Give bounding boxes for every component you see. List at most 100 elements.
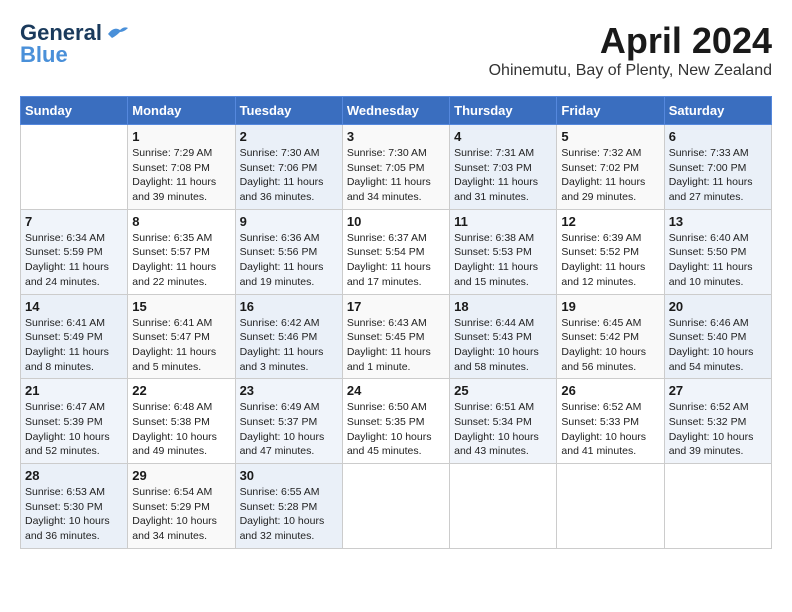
- calendar-cell: 9 Sunrise: 6:36 AM Sunset: 5:56 PM Daylig…: [235, 209, 342, 294]
- calendar-cell: 30 Sunrise: 6:55 AM Sunset: 5:28 PM Dayli…: [235, 464, 342, 549]
- day-info: Sunrise: 6:40 AM Sunset: 5:50 PM Dayligh…: [669, 231, 767, 290]
- header-tuesday: Tuesday: [235, 97, 342, 125]
- day-number: 10: [347, 214, 445, 229]
- day-number: 18: [454, 299, 552, 314]
- day-info: Sunrise: 7:29 AM Sunset: 7:08 PM Dayligh…: [132, 146, 230, 205]
- day-info: Sunrise: 7:32 AM Sunset: 7:02 PM Dayligh…: [561, 146, 659, 205]
- day-info: Sunrise: 6:38 AM Sunset: 5:53 PM Dayligh…: [454, 231, 552, 290]
- day-info: Sunrise: 6:54 AM Sunset: 5:29 PM Dayligh…: [132, 485, 230, 544]
- calendar-cell: 22Sunrise: 6:48 AM Sunset: 5:38 PM Dayli…: [128, 379, 235, 464]
- day-number: 19: [561, 299, 659, 314]
- calendar-cell: 3 Sunrise: 7:30 AM Sunset: 7:05 PM Daylig…: [342, 125, 449, 210]
- day-info: Sunrise: 6:37 AM Sunset: 5:54 PM Dayligh…: [347, 231, 445, 290]
- day-number: 14: [25, 299, 123, 314]
- day-number: 7: [25, 214, 123, 229]
- week-row-2: 7Sunrise: 6:34 AM Sunset: 5:59 PM Daylig…: [21, 209, 772, 294]
- calendar-cell: 12Sunrise: 6:39 AM Sunset: 5:52 PM Dayli…: [557, 209, 664, 294]
- calendar-cell: [342, 464, 449, 549]
- calendar-cell: 29 Sunrise: 6:54 AM Sunset: 5:29 PM Dayli…: [128, 464, 235, 549]
- day-number: 8: [132, 214, 230, 229]
- calendar-cell: 18 Sunrise: 6:44 AM Sunset: 5:43 PM Dayli…: [450, 294, 557, 379]
- day-info: Sunrise: 6:43 AM Sunset: 5:45 PM Dayligh…: [347, 316, 445, 375]
- calendar-cell: 8 Sunrise: 6:35 AM Sunset: 5:57 PM Daylig…: [128, 209, 235, 294]
- day-info: Sunrise: 6:39 AM Sunset: 5:52 PM Dayligh…: [561, 231, 659, 290]
- day-number: 13: [669, 214, 767, 229]
- day-info: Sunrise: 6:36 AM Sunset: 5:56 PM Dayligh…: [240, 231, 338, 290]
- calendar-cell: [21, 125, 128, 210]
- day-number: 22: [132, 383, 230, 398]
- day-number: 27: [669, 383, 767, 398]
- day-info: Sunrise: 6:47 AM Sunset: 5:39 PM Dayligh…: [25, 400, 123, 459]
- day-number: 23: [240, 383, 338, 398]
- page-header: General Blue April 2024 Ohinemutu, Bay o…: [20, 20, 772, 80]
- day-info: Sunrise: 6:50 AM Sunset: 5:35 PM Dayligh…: [347, 400, 445, 459]
- week-row-4: 21 Sunrise: 6:47 AM Sunset: 5:39 PM Dayli…: [21, 379, 772, 464]
- calendar-cell: 28Sunrise: 6:53 AM Sunset: 5:30 PM Dayli…: [21, 464, 128, 549]
- day-info: Sunrise: 6:52 AM Sunset: 5:32 PM Dayligh…: [669, 400, 767, 459]
- day-number: 30: [240, 468, 338, 483]
- day-info: Sunrise: 7:31 AM Sunset: 7:03 PM Dayligh…: [454, 146, 552, 205]
- calendar-header-row: SundayMondayTuesdayWednesdayThursdayFrid…: [21, 97, 772, 125]
- day-info: Sunrise: 6:42 AM Sunset: 5:46 PM Dayligh…: [240, 316, 338, 375]
- calendar-cell: 27 Sunrise: 6:52 AM Sunset: 5:32 PM Dayli…: [664, 379, 771, 464]
- day-info: Sunrise: 6:44 AM Sunset: 5:43 PM Dayligh…: [454, 316, 552, 375]
- week-row-3: 14 Sunrise: 6:41 AM Sunset: 5:49 PM Dayli…: [21, 294, 772, 379]
- day-number: 21: [25, 383, 123, 398]
- header-wednesday: Wednesday: [342, 97, 449, 125]
- location-subtitle: Ohinemutu, Bay of Plenty, New Zealand: [489, 62, 772, 80]
- calendar-table: SundayMondayTuesdayWednesdayThursdayFrid…: [20, 96, 772, 549]
- calendar-cell: 21 Sunrise: 6:47 AM Sunset: 5:39 PM Dayli…: [21, 379, 128, 464]
- day-number: 9: [240, 214, 338, 229]
- calendar-cell: 14 Sunrise: 6:41 AM Sunset: 5:49 PM Dayli…: [21, 294, 128, 379]
- calendar-cell: 10 Sunrise: 6:37 AM Sunset: 5:54 PM Dayli…: [342, 209, 449, 294]
- calendar-cell: 4 Sunrise: 7:31 AM Sunset: 7:03 PM Daylig…: [450, 125, 557, 210]
- calendar-cell: [450, 464, 557, 549]
- day-info: Sunrise: 6:45 AM Sunset: 5:42 PM Dayligh…: [561, 316, 659, 375]
- calendar-cell: 19 Sunrise: 6:45 AM Sunset: 5:42 PM Dayli…: [557, 294, 664, 379]
- day-info: Sunrise: 6:53 AM Sunset: 5:30 PM Dayligh…: [25, 485, 123, 544]
- day-number: 26: [561, 383, 659, 398]
- title-block: April 2024 Ohinemutu, Bay of Plenty, New…: [489, 20, 772, 80]
- month-title: April 2024: [489, 20, 772, 62]
- header-friday: Friday: [557, 97, 664, 125]
- day-number: 20: [669, 299, 767, 314]
- header-sunday: Sunday: [21, 97, 128, 125]
- day-info: Sunrise: 6:51 AM Sunset: 5:34 PM Dayligh…: [454, 400, 552, 459]
- day-info: Sunrise: 6:52 AM Sunset: 5:33 PM Dayligh…: [561, 400, 659, 459]
- day-info: Sunrise: 6:46 AM Sunset: 5:40 PM Dayligh…: [669, 316, 767, 375]
- day-info: Sunrise: 6:41 AM Sunset: 5:49 PM Dayligh…: [25, 316, 123, 375]
- day-number: 6: [669, 129, 767, 144]
- day-number: 1: [132, 129, 230, 144]
- calendar-cell: 13 Sunrise: 6:40 AM Sunset: 5:50 PM Dayli…: [664, 209, 771, 294]
- day-info: Sunrise: 7:30 AM Sunset: 7:06 PM Dayligh…: [240, 146, 338, 205]
- logo-blue: Blue: [20, 42, 68, 68]
- calendar-cell: 11Sunrise: 6:38 AM Sunset: 5:53 PM Dayli…: [450, 209, 557, 294]
- day-number: 17: [347, 299, 445, 314]
- calendar-cell: 1 Sunrise: 7:29 AM Sunset: 7:08 PM Daylig…: [128, 125, 235, 210]
- day-number: 16: [240, 299, 338, 314]
- header-thursday: Thursday: [450, 97, 557, 125]
- week-row-5: 28Sunrise: 6:53 AM Sunset: 5:30 PM Dayli…: [21, 464, 772, 549]
- week-row-1: 1 Sunrise: 7:29 AM Sunset: 7:08 PM Daylig…: [21, 125, 772, 210]
- calendar-cell: 5 Sunrise: 7:32 AM Sunset: 7:02 PM Daylig…: [557, 125, 664, 210]
- day-info: Sunrise: 6:35 AM Sunset: 5:57 PM Dayligh…: [132, 231, 230, 290]
- day-number: 24: [347, 383, 445, 398]
- day-number: 2: [240, 129, 338, 144]
- calendar-cell: 20 Sunrise: 6:46 AM Sunset: 5:40 PM Dayli…: [664, 294, 771, 379]
- day-info: Sunrise: 7:30 AM Sunset: 7:05 PM Dayligh…: [347, 146, 445, 205]
- calendar-cell: [664, 464, 771, 549]
- day-number: 4: [454, 129, 552, 144]
- day-info: Sunrise: 6:55 AM Sunset: 5:28 PM Dayligh…: [240, 485, 338, 544]
- day-number: 5: [561, 129, 659, 144]
- calendar-cell: 2 Sunrise: 7:30 AM Sunset: 7:06 PM Daylig…: [235, 125, 342, 210]
- day-number: 29: [132, 468, 230, 483]
- logo: General Blue: [20, 20, 128, 68]
- calendar-cell: 17 Sunrise: 6:43 AM Sunset: 5:45 PM Dayli…: [342, 294, 449, 379]
- calendar-cell: 25 Sunrise: 6:51 AM Sunset: 5:34 PM Dayli…: [450, 379, 557, 464]
- calendar-cell: 15Sunrise: 6:41 AM Sunset: 5:47 PM Dayli…: [128, 294, 235, 379]
- day-number: 3: [347, 129, 445, 144]
- calendar-cell: 23Sunrise: 6:49 AM Sunset: 5:37 PM Dayli…: [235, 379, 342, 464]
- day-number: 25: [454, 383, 552, 398]
- calendar-cell: [557, 464, 664, 549]
- calendar-cell: 26 Sunrise: 6:52 AM Sunset: 5:33 PM Dayli…: [557, 379, 664, 464]
